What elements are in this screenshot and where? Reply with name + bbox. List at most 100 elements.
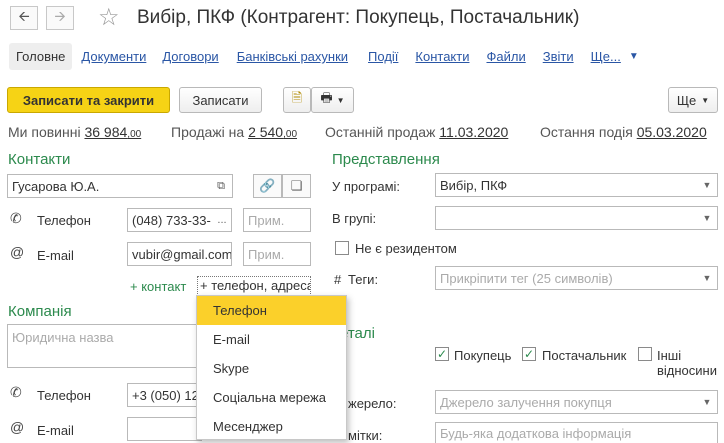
contact-email-note-input[interactable]: Прим. (243, 242, 311, 266)
legal-name-placeholder: Юридична назва (12, 330, 114, 345)
stat-owe-label: Ми повинні (8, 124, 81, 140)
forward-button[interactable]: 🡪 (46, 6, 74, 30)
tags-input[interactable]: Прикріпити тег (25 символів) (435, 266, 718, 290)
dropdown-item-skype[interactable]: Skype (197, 354, 346, 383)
tags-label: Теги: (348, 272, 379, 287)
document-clock-button[interactable]: 🗎 (283, 87, 311, 113)
stat-last-sale-date[interactable]: 11.03.2020 (439, 124, 508, 140)
contact-email-input[interactable]: vubir@gmail.com (127, 242, 232, 266)
tab-main[interactable]: Головне (9, 43, 73, 70)
stat-sales-label: Продажі на (171, 124, 245, 140)
chevron-down-icon[interactable]: ▼ (629, 51, 639, 62)
printer-icon: 🖶 (320, 90, 333, 105)
contact-email-note-placeholder: Прим. (248, 246, 285, 262)
unlink-icon: ❏ (290, 178, 303, 193)
link-button[interactable]: 🔗 (253, 174, 282, 198)
company-email-label: E-mail (37, 423, 74, 438)
group-select[interactable] (435, 206, 718, 230)
stat-sales-value[interactable]: 2 540,00 (248, 124, 297, 140)
arrow-right-icon: 🡪 (54, 8, 66, 24)
tab-events[interactable]: Події (368, 49, 398, 64)
stat-last-event-label: Остання подія (540, 124, 633, 140)
tab-reports[interactable]: Звіти (543, 49, 574, 64)
dropdown-item-email[interactable]: E-mail (197, 325, 346, 354)
stat-last-sale: Останній продаж 11.03.2020 (325, 124, 508, 140)
chevron-down-icon[interactable]: ▼ (697, 206, 717, 230)
contact-phone-value: (048) 733-33- (132, 212, 211, 228)
print-button[interactable]: 🖶 ▼ (311, 87, 354, 113)
stat-sales-amount: 2 540 (248, 124, 284, 140)
supplier-label: Постачальник (542, 348, 627, 363)
source-select[interactable]: Джерело залучення покупця (435, 390, 718, 414)
program-select[interactable]: Вибір, ПКФ (435, 173, 718, 197)
contacts-section-title: Контакти (8, 151, 71, 168)
contact-name-field[interactable]: Гусарова Ю.А. (7, 174, 233, 198)
save-button[interactable]: Записати (179, 87, 262, 113)
buyer-checkbox[interactable]: ✓ (435, 347, 449, 361)
stat-owe-amount: 36 984 (84, 124, 128, 140)
page-title: Вибір, ПКФ (Контрагент: Покупець, Постач… (137, 7, 580, 28)
at-sign-icon: @ (10, 419, 25, 435)
tab-bank-accounts[interactable]: Банківські рахунки (237, 49, 348, 64)
other-relations-label-1: Інші (657, 348, 682, 363)
buyer-label: Покупець (454, 348, 512, 363)
contact-name-value: Гусарова Ю.А. (12, 178, 100, 194)
phone-icon: ✆ (10, 384, 22, 400)
other-relations-label-2: відносини (657, 363, 717, 378)
dropdown-item-messenger[interactable]: Месенджер (197, 412, 346, 441)
program-value: Вибір, ПКФ (440, 177, 508, 193)
tab-more[interactable]: Ще... (591, 49, 621, 64)
add-contact-type-dropdown: Телефон E-mail Skype Соціальна мережа Ме… (196, 295, 347, 440)
contact-email-value: vubir@gmail.com (132, 246, 232, 262)
company-section-title: Компанія (8, 303, 72, 320)
hash-icon: # (334, 272, 342, 287)
group-label: В групі: (332, 211, 377, 226)
add-contact-link[interactable]: + контакт (130, 279, 186, 294)
contact-phone-note-placeholder: Прим. (248, 212, 285, 228)
notes-input[interactable]: Будь-яка додаткова інформація (435, 422, 718, 443)
dropdown-item-social-network[interactable]: Соціальна мережа (197, 383, 346, 412)
star-outline-icon[interactable]: ☆ (98, 3, 120, 32)
company-email-input[interactable] (127, 417, 202, 441)
nonresident-checkbox[interactable] (335, 241, 349, 255)
save-and-close-button[interactable]: Записати та закрити (7, 87, 170, 113)
chevron-down-icon: ▼ (336, 95, 345, 105)
back-button[interactable]: 🡨 (10, 6, 38, 30)
more-actions-button[interactable]: Ще ▼ (668, 87, 718, 113)
company-phone-value: +3 (050) 12 (132, 387, 199, 403)
contact-phone-note-input[interactable]: Прим. (243, 208, 311, 232)
tab-files[interactable]: Файли (486, 49, 525, 64)
ellipsis-icon[interactable]: ... (212, 209, 232, 231)
chevron-down-icon[interactable]: ▼ (697, 266, 717, 290)
open-window-icon[interactable]: ⧉ (210, 175, 232, 197)
notes-placeholder: Будь-яка додаткова інформація (440, 425, 632, 441)
stat-sales: Продажі на 2 540,00 (171, 124, 297, 140)
stat-owe: Ми повинні 36 984,00 (8, 124, 141, 140)
tab-contracts[interactable]: Договори (162, 49, 218, 64)
phone-icon: ✆ (10, 210, 22, 226)
tags-placeholder: Прикріпити тег (25 символів) (440, 270, 613, 286)
other-relations-checkbox[interactable] (638, 347, 652, 361)
dropdown-item-phone[interactable]: Телефон (197, 296, 346, 325)
chevron-down-icon[interactable]: ▼ (697, 390, 717, 414)
unlink-button[interactable]: ❏ (282, 174, 311, 198)
at-sign-icon: @ (10, 244, 25, 260)
document-clock-icon: 🗎 (291, 90, 303, 105)
chevron-down-icon[interactable]: ▼ (697, 173, 717, 197)
tab-documents[interactable]: Документи (81, 49, 146, 64)
nonresident-label: Не є резидентом (355, 241, 457, 256)
company-phone-label: Телефон (37, 388, 91, 403)
stat-owe-value[interactable]: 36 984,00 (84, 124, 141, 140)
stat-last-event: Остання подія 05.03.2020 (540, 124, 707, 140)
stat-last-event-date[interactable]: 05.03.2020 (637, 124, 707, 140)
notes-label: мітки: (348, 428, 383, 443)
supplier-checkbox[interactable]: ✓ (522, 347, 536, 361)
company-phone-input[interactable]: +3 (050) 12 (127, 383, 202, 407)
tab-contacts[interactable]: Контакти (415, 49, 469, 64)
arrow-left-icon: 🡨 (18, 8, 30, 24)
add-phone-address-link[interactable]: + телефон, адреса (197, 276, 311, 296)
stat-last-sale-label: Останній продаж (325, 124, 436, 140)
representation-section-title: Представлення (332, 151, 440, 168)
contact-email-label: E-mail (37, 248, 74, 263)
source-placeholder: Джерело залучення покупця (440, 394, 612, 410)
